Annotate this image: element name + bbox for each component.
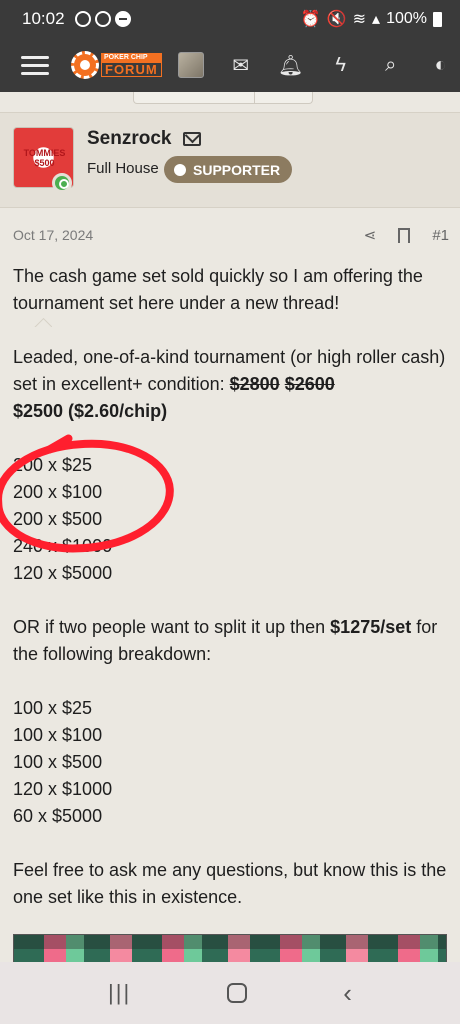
post-author-header: TOMMIES $500 Senzrock Full House SUPPORT… xyxy=(0,112,460,208)
android-nav-bar: ||| ‹ xyxy=(0,962,460,1024)
list-item: 60 x $5000 xyxy=(13,806,103,826)
post-paragraph-1: The cash game set sold quickly so I am o… xyxy=(13,266,423,313)
username-text[interactable]: Senzrock xyxy=(87,128,171,150)
signal-icon: ▴ xyxy=(372,11,381,28)
bookmark-icon[interactable] xyxy=(398,227,411,243)
bell-icon[interactable]: 🔔︎ xyxy=(278,53,304,78)
split-price: $1275/set xyxy=(330,617,412,637)
threads-icon xyxy=(74,11,91,27)
inbox-icon[interactable]: ✉ xyxy=(228,53,254,78)
menu-icon[interactable] xyxy=(21,51,49,80)
logo-top-text: POKER CHIP xyxy=(101,53,162,62)
coins-icon xyxy=(174,163,186,176)
lightning-icon[interactable]: ϟ xyxy=(328,54,354,77)
battery-icon xyxy=(433,11,442,27)
post-meta: Oct 17, 2024 ⋖ #1 xyxy=(13,226,449,245)
new-price: $2500 ($2.60/chip) xyxy=(13,401,168,421)
message-user-icon[interactable] xyxy=(183,132,202,146)
avatar-text-2: $500 xyxy=(34,157,55,168)
supporter-badge: SUPPORTER xyxy=(164,156,293,183)
post-date[interactable]: Oct 17, 2024 xyxy=(13,227,93,243)
old-price-1: $2800 xyxy=(229,374,280,394)
logo-bottom-text: FORUM xyxy=(101,62,162,77)
status-time: 10:02 xyxy=(22,9,65,28)
home-icon[interactable] xyxy=(227,983,248,1003)
status-bar: 10:02 ⏰ 🔇 ≋ ▴ 100% xyxy=(0,0,460,38)
top-navigation: POKER CHIP FORUM ✉ 🔔︎ ϟ ⌕ ◐ xyxy=(0,38,460,92)
badge-label: SUPPORTER xyxy=(193,161,281,178)
theme-toggle-icon[interactable]: ◐ xyxy=(428,54,454,77)
list-item: 100 x $100 xyxy=(13,725,103,745)
post-paragraph-3: OR if two people want to split it up the… xyxy=(13,617,438,664)
list-item: 100 x $500 xyxy=(13,752,103,772)
post-body: The cash game set sold quickly so I am o… xyxy=(13,263,449,938)
username[interactable]: Senzrock xyxy=(87,128,202,150)
recents-icon[interactable]: ||| xyxy=(108,980,131,1006)
wifi-icon: ≋ xyxy=(352,11,367,28)
back-icon[interactable]: ‹ xyxy=(343,978,352,1009)
list-item: 120 x $5000 xyxy=(13,563,113,583)
system-icons: ⏰ 🔇 ≋ ▴ 100% xyxy=(301,9,442,29)
alarm-icon: ⏰ xyxy=(300,11,321,28)
dnd-icon xyxy=(114,11,131,27)
online-status-icon xyxy=(52,173,72,193)
battery-percent: 100% xyxy=(386,10,427,27)
threads-icon-2 xyxy=(94,11,111,27)
mute-icon: 🔇 xyxy=(326,11,347,28)
search-icon[interactable]: ⌕ xyxy=(378,54,404,77)
post-paragraph-2: Leaded, one-of-a-kind tournament (or hig… xyxy=(13,347,446,421)
list-item: 120 x $1000 xyxy=(13,779,113,799)
list-item: 100 x $25 xyxy=(13,698,93,718)
post-paragraph-4: Feel free to ask me any questions, but k… xyxy=(13,860,447,907)
share-icon[interactable]: ⋖ xyxy=(364,226,377,244)
old-price-2: $2600 xyxy=(284,374,335,394)
tab-remnant xyxy=(133,92,313,104)
chip-logo-icon xyxy=(71,51,99,79)
user-title: Full House xyxy=(87,160,159,177)
post-number[interactable]: #1 xyxy=(432,227,449,244)
notification-icons xyxy=(74,11,131,27)
account-avatar[interactable] xyxy=(177,52,204,78)
site-logo[interactable]: POKER CHIP FORUM xyxy=(71,51,162,79)
